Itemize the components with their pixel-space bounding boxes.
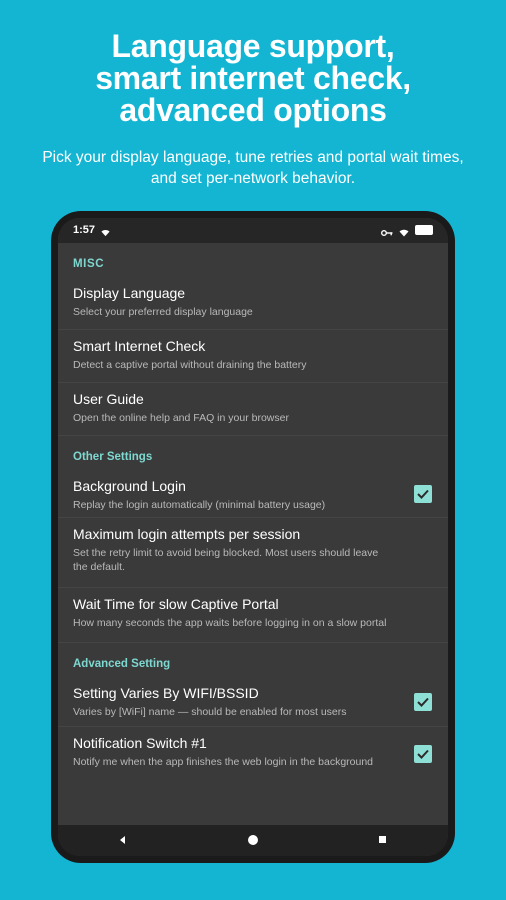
check-icon xyxy=(417,749,429,759)
setting-summary: Select your preferred display language xyxy=(73,306,253,318)
setting-summary: Replay the login automatically (minimal … xyxy=(73,499,326,511)
background-login-checkbox[interactable] xyxy=(414,484,432,503)
setting-title: Display Language xyxy=(73,285,186,301)
status-time: 1:57 xyxy=(73,224,96,236)
section-header-advanced-setting: Advanced Setting xyxy=(73,658,171,670)
status-bar: 1:57 xyxy=(58,218,448,243)
notification-switch-checkbox[interactable] xyxy=(414,745,432,763)
subtitle-line-1: Pick your display language, tune retries… xyxy=(42,149,464,166)
setting-user-guide[interactable]: User Guide Open the online help and FAQ … xyxy=(58,383,448,436)
setting-title: Notification Switch #1 xyxy=(73,735,207,751)
setting-varies-by-wifi[interactable]: Setting Varies By WIFI/BSSID Varies by [… xyxy=(58,677,448,727)
setting-title: Wait Time for slow Captive Portal xyxy=(73,596,279,612)
setting-display-language[interactable]: Display Language Select your preferred d… xyxy=(58,277,448,330)
promo-headline: Language support, smart internet check, … xyxy=(0,30,506,126)
setting-wait-time-portal[interactable]: Wait Time for slow Captive Portal How ma… xyxy=(58,588,448,643)
setting-title: Setting Varies By WIFI/BSSID xyxy=(73,685,259,701)
check-icon xyxy=(417,697,429,707)
setting-summary: Varies by [WiFi] name — should be enable… xyxy=(73,706,347,718)
back-icon[interactable] xyxy=(120,836,125,844)
subtitle-line-2: and set per-network behavior. xyxy=(150,170,356,187)
setting-summary: Open the online help and FAQ in your bro… xyxy=(73,412,289,424)
setting-summary: Notify me when the app finishes the web … xyxy=(73,756,374,768)
setting-title: Smart Internet Check xyxy=(73,338,206,354)
varies-by-wifi-checkbox[interactable] xyxy=(414,692,432,711)
setting-summary: How many seconds the app waits before lo… xyxy=(73,617,387,629)
recents-icon[interactable] xyxy=(379,836,386,843)
setting-summary: Set the retry limit to avoid being block… xyxy=(73,547,379,573)
battery-icon xyxy=(415,225,433,235)
key-icon xyxy=(381,224,393,242)
promo-subtitle: Pick your display language, tune retries… xyxy=(20,147,486,189)
setting-max-login-attempts[interactable]: Maximum login attempts per session Set t… xyxy=(58,518,448,588)
setting-background-login[interactable]: Background Login Replay the login automa… xyxy=(58,470,448,518)
setting-summary: Detect a captive portal without draining… xyxy=(73,359,307,371)
device-screen: 1:57 MISC Display Language Select your p… xyxy=(58,218,448,856)
wifi-icon xyxy=(399,224,409,242)
setting-smart-internet-check[interactable]: Smart Internet Check Detect a captive po… xyxy=(58,330,448,383)
setting-title: Background Login xyxy=(73,478,186,494)
headline-line-2: smart internet check, xyxy=(95,60,411,96)
section-header-other-settings: Other Settings xyxy=(73,451,153,463)
wifi-icon xyxy=(101,224,110,242)
setting-title: Maximum login attempts per session xyxy=(73,526,301,542)
settings-list: MISC Display Language Select your prefer… xyxy=(58,243,448,781)
section-header-misc: MISC xyxy=(73,258,105,270)
headline-line-1: Language support, xyxy=(111,28,395,64)
setting-notification-switch[interactable]: Notification Switch #1 Notify me when th… xyxy=(58,727,448,781)
headline-line-3: advanced options xyxy=(119,92,387,128)
tablet-frame: 1:57 MISC Display Language Select your p… xyxy=(51,211,455,863)
setting-title: User Guide xyxy=(73,391,144,407)
home-icon[interactable] xyxy=(248,835,258,845)
navigation-bar xyxy=(58,825,448,856)
check-icon xyxy=(417,489,429,499)
